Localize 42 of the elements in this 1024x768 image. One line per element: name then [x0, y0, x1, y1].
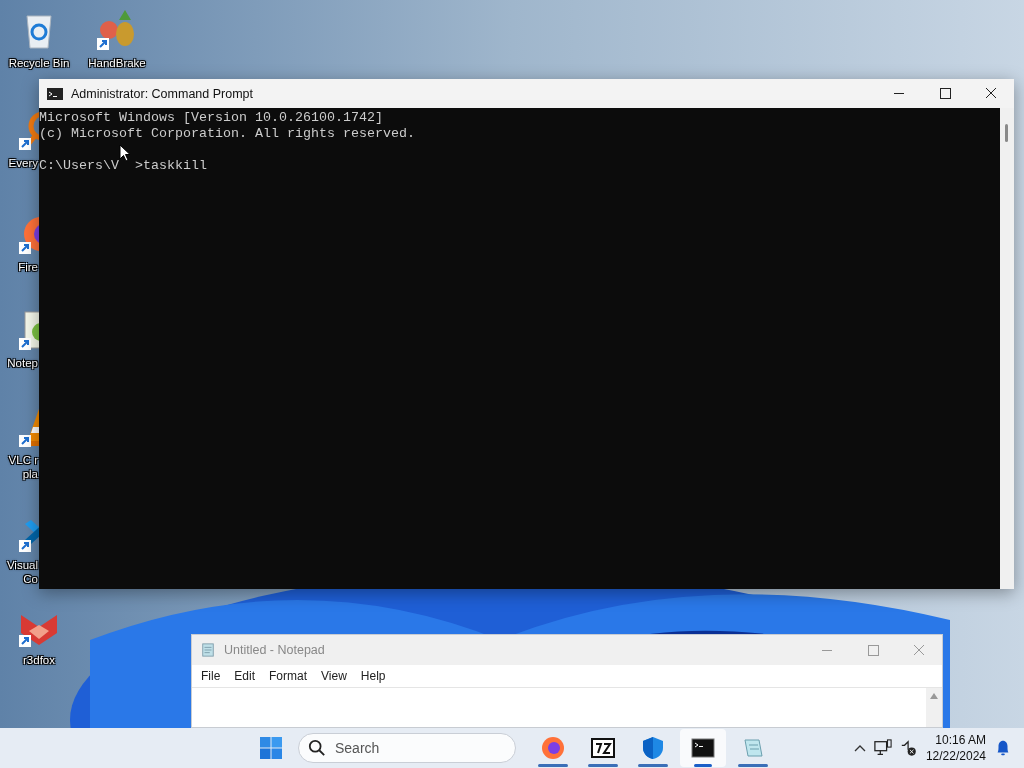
icon-label: Visual	[6, 558, 38, 572]
icon-label: Recycle Bin	[8, 56, 70, 70]
mouse-pointer-icon	[119, 144, 131, 162]
running-indicator	[638, 764, 668, 767]
window-title: Administrator: Command Prompt	[71, 86, 253, 101]
chevron-up-icon[interactable]	[853, 744, 866, 752]
menu-item[interactable]: File	[194, 669, 228, 683]
menu-item[interactable]: View	[314, 669, 354, 683]
running-indicator	[738, 764, 768, 767]
console-line: C:\Users\V	[39, 158, 119, 174]
running-indicator	[588, 764, 618, 767]
console-line: >taskkill	[135, 158, 207, 174]
icon-label: Notep	[7, 356, 38, 370]
windows-logo-icon[interactable]	[259, 736, 283, 760]
icon-label: Co	[23, 572, 38, 586]
browser-icon	[541, 736, 565, 760]
menu-item[interactable]: Edit	[227, 669, 263, 683]
network-icon[interactable]	[873, 739, 892, 757]
scrollbar-thumb[interactable]	[1005, 124, 1008, 142]
window-title: Untitled - Notepad	[224, 643, 325, 657]
search-field[interactable]: Search	[298, 733, 516, 763]
icon-label: r3dfox	[23, 653, 55, 667]
console-line: Microsoft Windows [Version 10.0.26100.1742]	[39, 110, 384, 126]
archive-icon	[591, 736, 615, 760]
icon-label: VLC r	[8, 453, 38, 467]
icon-label: HandBrake	[88, 56, 146, 70]
terminal-icon	[47, 86, 63, 101]
icon-label: Every	[8, 156, 38, 170]
notepad-icon	[200, 643, 216, 657]
running-indicator	[694, 764, 712, 767]
shield-icon	[641, 736, 665, 760]
terminal-icon	[691, 736, 715, 760]
console-line: (c) Microsoft Corporation. All rights reserved.	[39, 126, 416, 142]
running-indicator	[538, 764, 568, 767]
menu-item[interactable]: Help	[353, 669, 393, 683]
icon-label: pla	[22, 467, 38, 481]
taskbar-button[interactable]	[680, 729, 726, 767]
clock-date[interactable]: 12/22/2024	[925, 748, 986, 764]
clock-time[interactable]: 10:16 AM	[935, 732, 986, 748]
icon-label: Fire	[18, 260, 38, 274]
notepad-icon	[741, 736, 765, 760]
menu-item[interactable]: Format	[262, 669, 315, 683]
